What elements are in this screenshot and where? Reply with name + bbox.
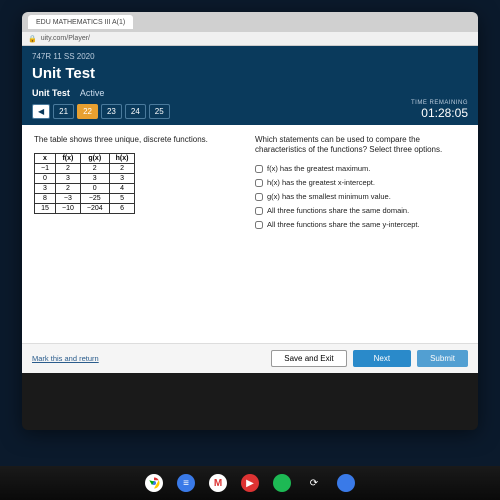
spotify-icon[interactable]: [273, 474, 291, 492]
lock-icon: 🔒: [28, 35, 37, 43]
table-row: −1222: [35, 164, 135, 174]
url-text: uity.com/Player/: [41, 35, 90, 42]
zoom-icon[interactable]: [337, 474, 355, 492]
browser-tab[interactable]: EDU MATHEMATICS III A(1): [28, 15, 133, 29]
option-2-label: h(x) has the greatest x-intercept.: [267, 178, 375, 187]
function-table: x f(x) g(x) h(x) −1222 0333 3204 8−3−255…: [34, 153, 135, 214]
prev-button[interactable]: ◀: [32, 104, 50, 119]
option-4-checkbox[interactable]: [255, 207, 263, 215]
chrome-icon[interactable]: [145, 474, 163, 492]
left-prompt: The table shows three unique, discrete f…: [34, 135, 245, 145]
question-nav: ◀ 21 22 23 24 25 TIME REMAINING 01:28:05: [32, 104, 468, 119]
th-hx: h(x): [109, 154, 135, 164]
right-prompt: Which statements can be used to compare …: [255, 135, 466, 156]
mark-return-link[interactable]: Mark this and return: [32, 354, 99, 363]
app-header: 747R 11 SS 2020 Unit Test Unit Test Acti…: [22, 46, 478, 125]
th-fx: f(x): [55, 154, 80, 164]
page-title: Unit Test: [32, 65, 468, 82]
option-1-label: f(x) has the greatest maximum.: [267, 164, 370, 173]
option-4: All three functions share the same domai…: [255, 206, 466, 215]
option-5-label: All three functions share the same y-int…: [267, 220, 420, 229]
submit-button[interactable]: Submit: [417, 350, 468, 367]
next-button[interactable]: Next: [353, 350, 411, 367]
option-2-checkbox[interactable]: [255, 179, 263, 187]
docs-icon[interactable]: ≡: [177, 474, 195, 492]
table-header-row: x f(x) g(x) h(x): [35, 154, 135, 164]
page-22-button[interactable]: 22: [77, 104, 98, 119]
table-row: 8−3−255: [35, 194, 135, 204]
option-3-checkbox[interactable]: [255, 193, 263, 201]
option-1: f(x) has the greatest maximum.: [255, 164, 466, 173]
question-content: The table shows three unique, discrete f…: [22, 125, 478, 343]
page-23-button[interactable]: 23: [101, 104, 122, 119]
gmail-icon[interactable]: M: [209, 474, 227, 492]
timer: TIME REMAINING 01:28:05: [411, 100, 468, 120]
page-24-button[interactable]: 24: [125, 104, 146, 119]
question-footer: Mark this and return Save and Exit Next …: [22, 343, 478, 373]
browser-tab-bar: EDU MATHEMATICS III A(1): [22, 12, 478, 32]
page-25-button[interactable]: 25: [149, 104, 170, 119]
url-bar[interactable]: 🔒 uity.com/Player/: [22, 32, 478, 46]
save-exit-button[interactable]: Save and Exit: [271, 350, 346, 367]
os-taskbar: ≡ M ▶ ⟳: [0, 466, 500, 500]
table-row: 0333: [35, 174, 135, 184]
table-row: 3204: [35, 184, 135, 194]
option-1-checkbox[interactable]: [255, 165, 263, 173]
th-x: x: [35, 154, 56, 164]
option-5: All three functions share the same y-int…: [255, 220, 466, 229]
screen: EDU MATHEMATICS III A(1) 🔒 uity.com/Play…: [22, 12, 478, 430]
option-4-label: All three functions share the same domai…: [267, 206, 409, 215]
option-3: g(x) has the smallest minimum value.: [255, 192, 466, 201]
option-3-label: g(x) has the smallest minimum value.: [267, 192, 391, 201]
youtube-icon[interactable]: ▶: [241, 474, 259, 492]
test-name: Unit Test: [32, 88, 70, 98]
loading-icon[interactable]: ⟳: [305, 474, 323, 492]
option-2: h(x) has the greatest x-intercept.: [255, 178, 466, 187]
th-gx: g(x): [80, 154, 109, 164]
test-status: Active: [80, 88, 105, 98]
table-row: 15−10−2046: [35, 204, 135, 214]
session-id: 747R 11 SS 2020: [32, 52, 468, 61]
option-5-checkbox[interactable]: [255, 221, 263, 229]
timer-value: 01:28:05: [411, 106, 468, 120]
page-21-button[interactable]: 21: [53, 104, 74, 119]
